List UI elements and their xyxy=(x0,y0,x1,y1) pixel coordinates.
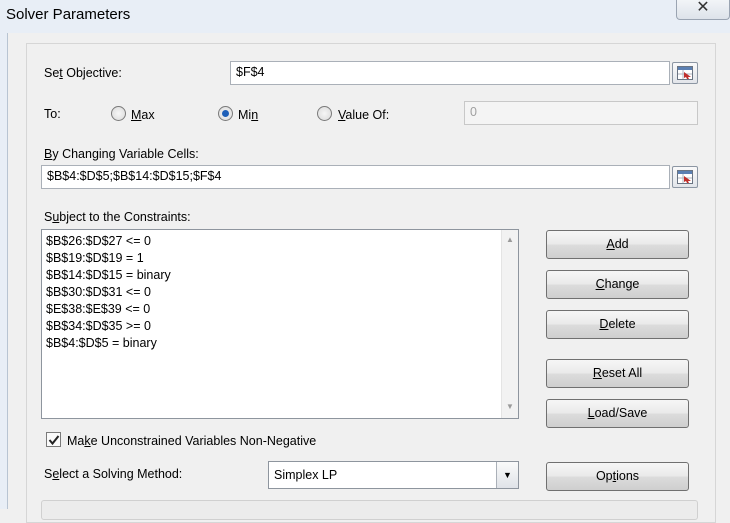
constraint-item[interactable]: $B$26:$D$27 <= 0 xyxy=(46,234,151,248)
set-objective-label: Set Objective: xyxy=(44,66,122,80)
constraint-item[interactable]: $B$4:$D$5 = binary xyxy=(46,336,157,350)
changing-cells-input[interactable]: $B$4:$D$5;$B$14:$D$15;$F$4 xyxy=(41,165,670,189)
solving-method-select[interactable]: Simplex LP ▼ xyxy=(268,461,519,489)
constraint-item[interactable]: $E$38:$E$39 <= 0 xyxy=(46,302,150,316)
window-frame-left xyxy=(0,33,8,509)
min-label: Min xyxy=(238,108,259,122)
chevron-down-icon[interactable]: ▼ xyxy=(496,462,518,488)
constraint-item[interactable]: $B$30:$D$31 <= 0 xyxy=(46,285,151,299)
load-save-button[interactable]: Load/Save xyxy=(546,399,689,428)
close-button[interactable]: ✕ xyxy=(676,0,730,20)
constraint-item[interactable]: $B$14:$D$15 = binary xyxy=(46,268,171,282)
max-label: Max xyxy=(131,108,155,122)
scroll-up-arrow-icon[interactable]: ▲ xyxy=(506,235,514,244)
reset-all-button[interactable]: Reset All xyxy=(546,359,689,388)
objective-cell-input[interactable]: $F$4 xyxy=(230,61,670,85)
value-of-radio[interactable] xyxy=(317,106,332,121)
options-button[interactable]: Options xyxy=(546,462,689,491)
constraint-item[interactable]: $B$34:$D$35 >= 0 xyxy=(46,319,151,333)
solving-method-label: Select a Solving Method: xyxy=(44,467,183,481)
value-of-label: Value Of: xyxy=(338,108,390,122)
value-of-input[interactable]: 0 xyxy=(464,101,698,125)
constraints-label: Subject to the Constraints: xyxy=(44,210,191,224)
non-negative-checkbox[interactable] xyxy=(46,432,61,447)
constraints-scrollbar[interactable]: ▲ ▼ xyxy=(501,230,518,418)
dialog-title: Solver Parameters xyxy=(6,6,131,23)
checkmark-icon xyxy=(48,435,60,446)
close-icon: ✕ xyxy=(696,0,710,16)
changing-cells-ref-button[interactable] xyxy=(672,166,698,188)
changing-cells-label: By Changing Variable Cells: xyxy=(44,147,199,161)
solving-method-value: Simplex LP xyxy=(274,468,338,482)
delete-button[interactable]: Delete xyxy=(546,310,689,339)
min-radio[interactable] xyxy=(218,106,233,121)
title-bar: Solver Parameters ✕ xyxy=(0,0,730,33)
scroll-down-arrow-icon[interactable]: ▼ xyxy=(506,402,514,411)
add-button[interactable]: Add xyxy=(546,230,689,259)
solving-method-description-group xyxy=(41,500,698,520)
objective-ref-button[interactable] xyxy=(672,62,698,84)
to-label: To: xyxy=(44,107,61,121)
change-button[interactable]: Change xyxy=(546,270,689,299)
non-negative-label: Make Unconstrained Variables Non-Negativ… xyxy=(67,434,317,448)
constraints-list[interactable]: $B$26:$D$27 <= 0 $B$19:$D$19 = 1 $B$14:$… xyxy=(41,229,519,419)
range-select-icon xyxy=(677,170,693,184)
constraint-item[interactable]: $B$19:$D$19 = 1 xyxy=(46,251,144,265)
range-select-icon xyxy=(677,66,693,80)
max-radio[interactable] xyxy=(111,106,126,121)
